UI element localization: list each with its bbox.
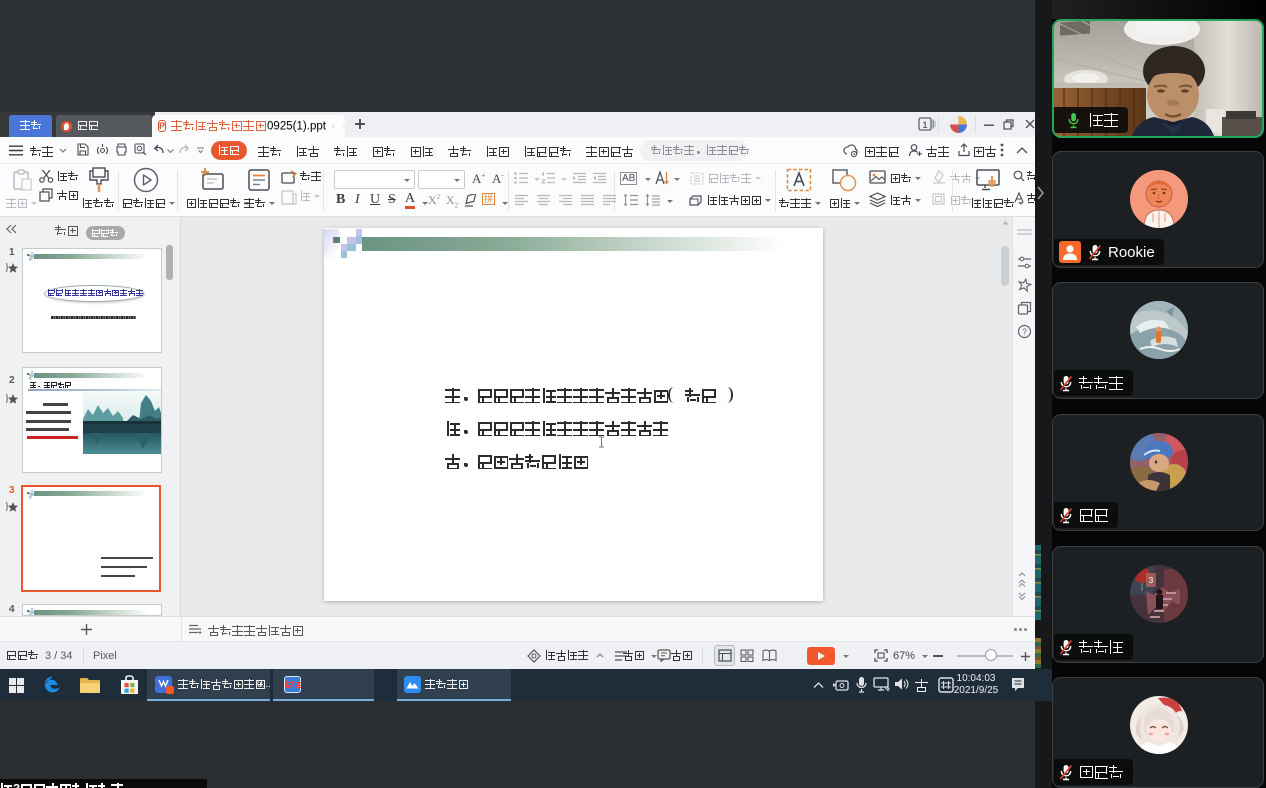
svg-text:1: 1 [922, 120, 927, 130]
svg-text:?: ? [1022, 327, 1027, 337]
svg-text:3: 3 [1149, 576, 1154, 585]
